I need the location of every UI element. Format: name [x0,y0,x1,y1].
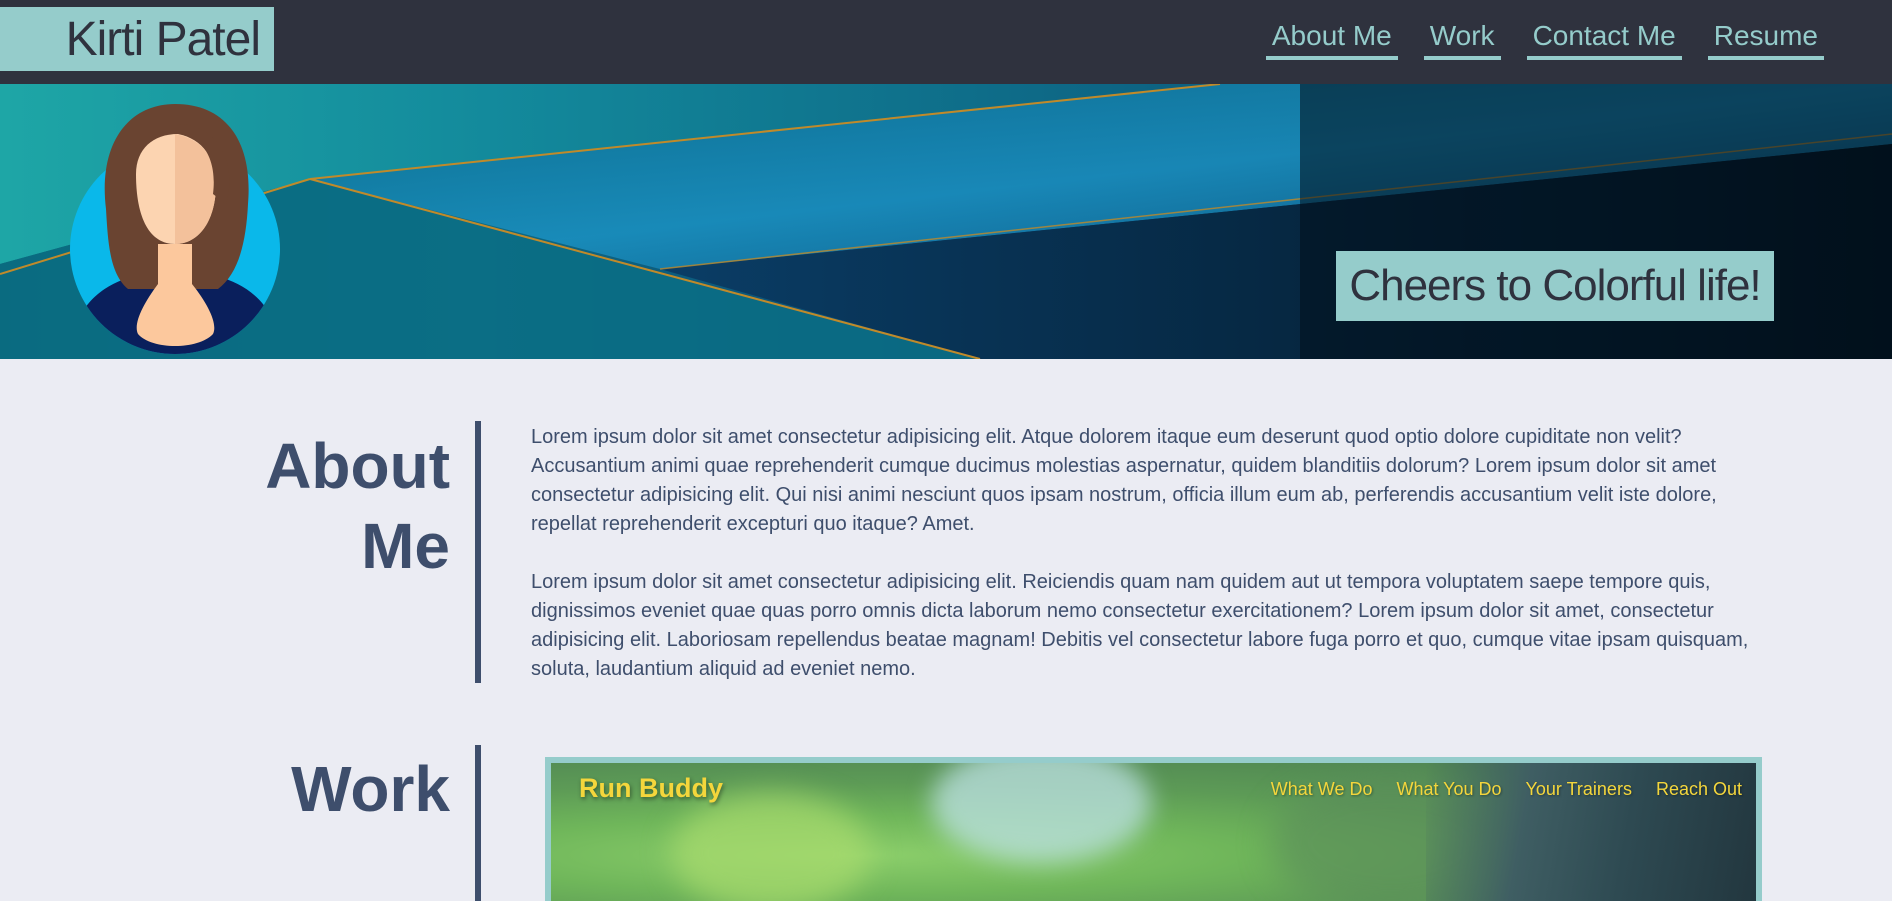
run-buddy-nav-your-trainers[interactable]: Your Trainers [1526,779,1632,800]
woman-avatar-icon [70,104,280,354]
about-paragraph-1: Lorem ipsum dolor sit amet consectetur a… [531,426,1717,535]
site-header: Kirti Patel About Me Work Contact Me Res… [0,0,1892,84]
about-text: Lorem ipsum dolor sit amet consectetur a… [531,423,1776,713]
hero-tagline-text: Cheers to Colorful life! [1349,261,1761,310]
run-buddy-nav-what-you-do[interactable]: What You Do [1396,779,1501,800]
run-buddy-nav: What We Do What You Do Your Trainers Rea… [1271,779,1742,800]
about-title-line-2: Me [361,510,450,582]
work-section-title: Work [200,749,450,829]
run-buddy-nav-reach-out[interactable]: Reach Out [1656,779,1742,800]
run-buddy-nav-what-we-do[interactable]: What We Do [1271,779,1373,800]
nav-link-contact-me[interactable]: Contact Me [1526,18,1682,60]
work-project-card-run-buddy[interactable]: Run Buddy What We Do What You Do Your Tr… [545,757,1762,901]
hero-banner: Cheers to Colorful life! [0,84,1892,359]
about-section-title: About Me [200,426,450,586]
run-buddy-logo[interactable]: Run Buddy [579,773,723,804]
about-title-line-1: About [265,430,450,502]
project-bg-shape [931,763,1151,863]
about-section-divider [475,421,481,683]
project-bg-shape [671,793,871,901]
work-section-divider [475,745,481,901]
work-title: Work [291,753,450,825]
nav-link-resume[interactable]: Resume [1707,18,1824,60]
about-paragraph-2: Lorem ipsum dolor sit amet consectetur a… [531,571,1749,680]
brand-name: Kirti Patel [65,12,261,66]
main-nav: About Me Work Contact Me Resume [1265,18,1824,60]
hero-tagline: Cheers to Colorful life! [1336,251,1774,321]
nav-link-about-me[interactable]: About Me [1265,18,1398,60]
nav-link-work[interactable]: Work [1423,18,1501,60]
brand-logo[interactable]: Kirti Patel [0,7,274,71]
